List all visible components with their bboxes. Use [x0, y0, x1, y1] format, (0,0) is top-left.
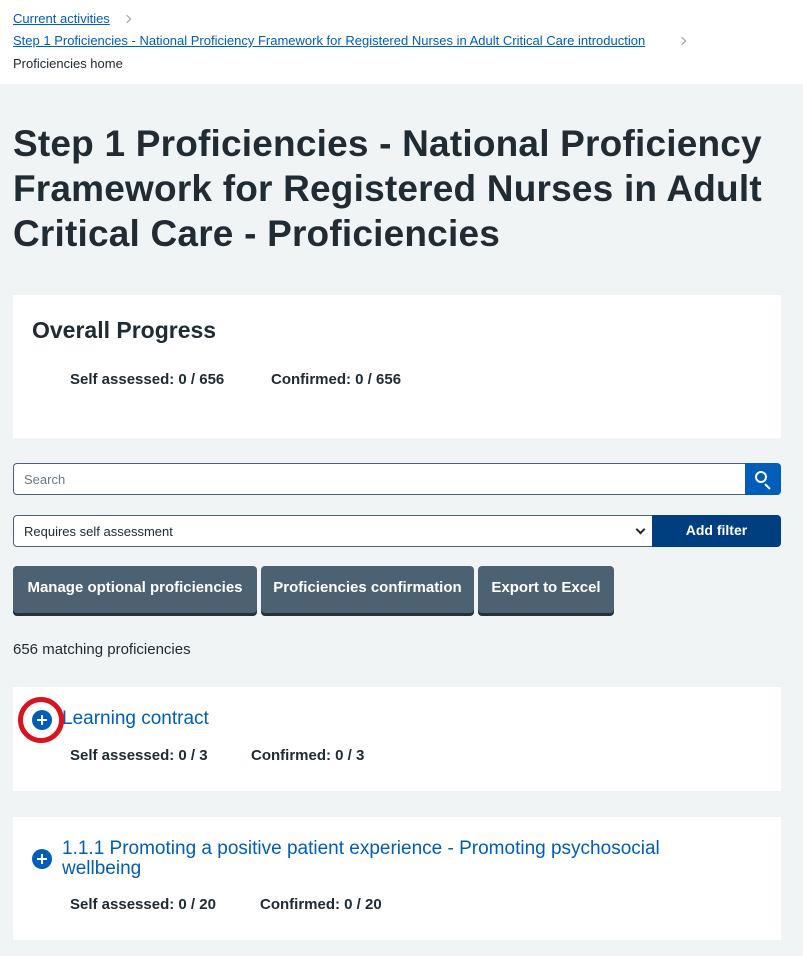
export-to-excel-button[interactable]: Export to Excel [478, 566, 614, 613]
search-input[interactable] [13, 463, 746, 495]
breadcrumb: Current activities Step 1 Proficiencies … [0, 0, 803, 84]
page-title: Step 1 Proficiencies - National Proficie… [13, 123, 762, 254]
overall-progress-card: Overall Progress Self assessed: 0 / 656 … [13, 295, 781, 438]
breadcrumb-link-introduction[interactable]: Step 1 Proficiencies - National Proficie… [13, 33, 645, 48]
matching-count: 656 matching proficiencies [13, 641, 191, 658]
plus-circle-icon[interactable] [32, 849, 52, 869]
breadcrumb-item-introduction[interactable]: Step 1 Proficiencies - National Proficie… [13, 33, 645, 49]
breadcrumb-link-current-activities[interactable]: Current activities [13, 11, 110, 26]
proficiency-confirmed: Confirmed: 0 / 20 [260, 896, 382, 913]
overall-self-assessed: Self assessed: 0 / 656 [70, 371, 225, 388]
proficiency-title[interactable]: Learning contract [62, 709, 209, 729]
proficiency-card: 1.1.1 Promoting a positive patient exper… [13, 817, 781, 940]
chevron-right-icon [122, 14, 132, 24]
breadcrumb-current: Proficiencies home [13, 56, 123, 71]
proficiency-title-line-1: 1.1.1 Promoting a positive patient exper… [62, 838, 660, 859]
highlight-circle [18, 697, 64, 743]
proficiency-self-assessed: Self assessed: 0 / 3 [70, 747, 208, 764]
proficiency-title-line-2: wellbeing [62, 858, 142, 879]
proficiency-self-assessed: Self assessed: 0 / 20 [70, 896, 216, 913]
chevron-right-icon [677, 36, 687, 46]
overall-confirmed: Confirmed: 0 / 656 [271, 371, 402, 388]
proficiencies-confirmation-button[interactable]: Proficiencies confirmation [261, 566, 474, 613]
manage-optional-proficiencies-button[interactable]: Manage optional proficiencies [13, 566, 257, 613]
proficiency-confirmed: Confirmed: 0 / 3 [251, 747, 365, 764]
search-button[interactable] [745, 463, 781, 495]
breadcrumb-item-current-activities[interactable]: Current activities [13, 11, 110, 27]
search-icon [755, 471, 767, 483]
filter-select-value: Requires self assessment [24, 524, 173, 539]
filter-select[interactable]: Requires self assessment [13, 515, 653, 547]
add-filter-button[interactable]: Add filter [652, 515, 781, 547]
proficiency-card: Learning contract Self assessed: 0 / 3 C… [13, 687, 781, 791]
proficiency-title[interactable]: 1.1.1 Promoting a positive patient exper… [62, 839, 660, 879]
overall-progress-title: Overall Progress [32, 317, 217, 343]
chevron-down-icon [635, 524, 646, 535]
